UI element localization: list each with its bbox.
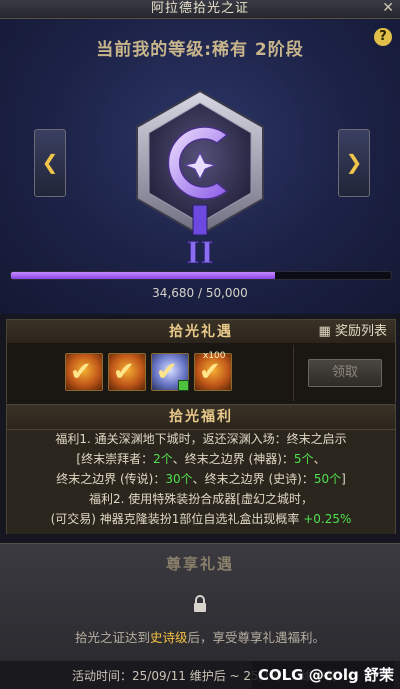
next-level-button[interactable]: ❯ — [338, 129, 370, 197]
exclusive-text: 拾光之证达到史诗级后，享受尊享礼遇福利。 — [0, 627, 400, 646]
plus-badge-icon — [178, 380, 189, 391]
footer: 活动时间：25/09/11 维护后 ~ 25/12/11 维护前 COLG @c… — [0, 661, 400, 689]
exclusive-title: 尊享礼遇 — [165, 555, 234, 573]
benefit-value: 30个 — [165, 472, 193, 486]
check-icon: ✔ — [156, 357, 178, 387]
level-panel: 当前我的等级:稀有 2阶段 ? ❮ ❯ II 34,680 / 50,000 — [0, 19, 400, 314]
chevron-right-icon: ❯ — [345, 150, 363, 174]
reward-item-3[interactable]: ✔ — [151, 353, 189, 391]
check-icon: ✔ — [113, 357, 135, 387]
reward-item-2[interactable]: ✔ — [108, 353, 146, 391]
exclusive-text-part: 拾光之证达到 — [74, 630, 150, 645]
help-icon[interactable]: ? — [374, 28, 392, 46]
progress-text: 34,680 / 50,000 — [152, 286, 248, 300]
benefit-text: 终末之边界 (传说)： — [56, 472, 166, 486]
benefits-body: 福利1. 通关深渊地下城时，返还深渊入场：终末之启示 [终末崇拜者：2个、终末之… — [6, 430, 396, 534]
benefit-line-3: 终末之边界 (传说)：30个、终末之边界 (史诗)：50个] — [7, 470, 395, 488]
check-icon: ✔ — [70, 357, 92, 387]
watermark: COLG @colg 舒茉 — [251, 661, 394, 689]
grid-icon: ▦ — [318, 324, 331, 339]
title-bar: 阿拉德拾光之证 ✕ — [0, 0, 400, 19]
check-icon: ✔ — [199, 357, 221, 387]
close-icon[interactable]: ✕ — [382, 0, 394, 17]
benefit-line-1: 福利1. 通关深渊地下城时，返还深渊入场：终末之启示 — [55, 432, 347, 446]
progress-fill — [11, 272, 275, 279]
prev-level-button[interactable]: ❮ — [34, 129, 66, 197]
benefit-line-5: (可交易) 神器克隆装扮1部位自选礼盒出现概率 +0.25% — [7, 510, 395, 528]
reward-row: ✔ ✔ ✔ x100 ✔ 领取 — [6, 343, 396, 403]
benefit-value: 50个 — [313, 472, 342, 486]
reward-list-label: 奖励列表 — [334, 324, 387, 339]
benefit-value: 5个 — [293, 452, 314, 466]
reward-item-4[interactable]: x100 ✔ — [194, 351, 232, 391]
current-level-text: 当前我的等级:稀有 2阶段 — [96, 40, 304, 60]
exclusive-panel: 尊享礼遇 拾光之证达到史诗级后，享受尊享礼遇福利。 — [0, 543, 400, 662]
benefit-text: 、终末之边界 (神器)： — [172, 452, 294, 466]
benefit-value: +0.25% — [303, 512, 352, 526]
benefit-text: ] — [341, 472, 346, 486]
benefits-header: 拾光福利 — [6, 404, 396, 430]
benefit-text: 、终末之边界 (史诗)： — [192, 472, 314, 486]
benefit-line-2: [终末崇拜者：2个、终末之边界 (神器)：5个、 — [7, 450, 395, 468]
rank-emblem-icon: II — [136, 89, 264, 271]
epic-tier-text: 史诗级 — [149, 630, 188, 645]
benefit-text: [终末崇拜者： — [76, 452, 154, 466]
rewards-header: 拾光礼遇 ▦ 奖励列表 — [6, 319, 396, 345]
lock-icon — [194, 595, 206, 612]
progress-bar — [10, 271, 392, 280]
benefit-value: 2个 — [153, 452, 173, 466]
benefit-text: (可交易) 神器克隆装扮1部位自选礼盒出现概率 — [50, 512, 300, 526]
reward-item-1[interactable]: ✔ — [65, 353, 103, 391]
benefits-title: 拾光福利 — [169, 409, 233, 425]
window-title: 阿拉德拾光之证 — [150, 1, 249, 16]
claim-button[interactable]: 领取 — [308, 359, 382, 387]
emblem-tier-text: II — [186, 236, 214, 271]
chevron-left-icon: ❮ — [41, 150, 59, 174]
exclusive-text-part: 后，享受尊享礼遇福利。 — [187, 630, 326, 645]
divider — [293, 345, 294, 401]
reward-list-button[interactable]: ▦ 奖励列表 — [319, 322, 387, 342]
benefit-text: 、 — [313, 452, 326, 466]
benefit-line-4: 福利2. 使用特殊装扮合成器[虚幻之城时， — [89, 492, 313, 506]
